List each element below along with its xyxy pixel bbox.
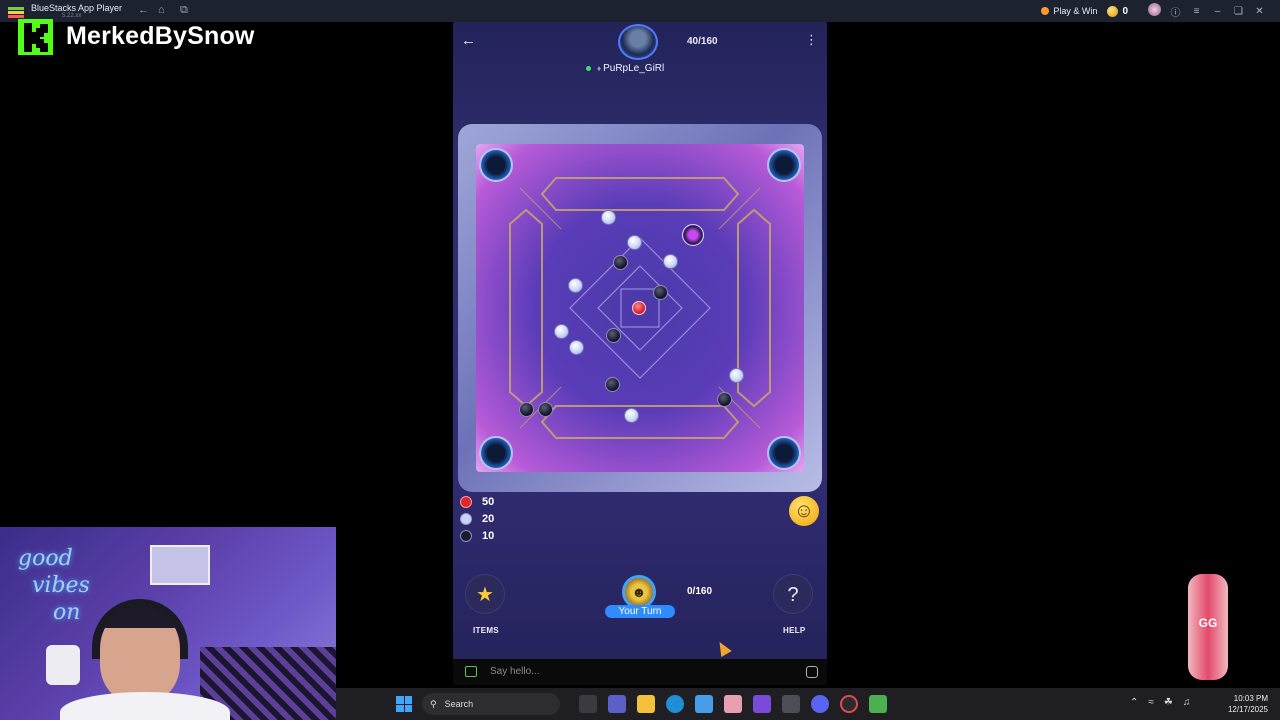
window-air-conditioner	[150, 545, 210, 585]
neon-sign: good vibes on	[18, 546, 90, 625]
recent-apps-icon[interactable]: ⧉	[180, 4, 188, 17]
question-mark-icon: ?	[787, 584, 799, 606]
player-avatar[interactable]: ☻	[622, 575, 656, 609]
black-coin	[605, 377, 620, 392]
app-icon[interactable]	[724, 695, 742, 713]
white-coin-icon	[460, 513, 472, 525]
pocket-bottom-right	[767, 436, 801, 470]
taskbar-search[interactable]: ⚲ Search	[422, 693, 560, 715]
menu-icon[interactable]: ≡	[1186, 6, 1207, 17]
wifi-icon[interactable]: ☘	[1164, 697, 1173, 708]
black-points-row: 10	[460, 530, 494, 542]
webcam-overlay: good vibes on	[0, 527, 336, 720]
app-title: BlueStacks App Player	[31, 3, 123, 13]
teams-icon[interactable]	[608, 695, 626, 713]
carrom-board[interactable]	[458, 124, 822, 492]
black-coin	[606, 328, 621, 343]
edge-icon[interactable]	[666, 695, 684, 713]
more-options-icon[interactable]: ⋮	[805, 32, 818, 48]
help-button[interactable]: ?	[773, 574, 813, 614]
chat-bar: Say hello...	[453, 659, 827, 685]
white-coin	[627, 235, 642, 250]
app-version: 5.22.xx	[62, 13, 82, 19]
back-nav-icon[interactable]: ←	[138, 4, 149, 16]
white-coin	[569, 340, 584, 355]
opponent-score: 40/160	[687, 36, 718, 47]
black-coin	[653, 285, 668, 300]
bluestacks-logo-icon	[8, 7, 24, 18]
queen-coin-icon	[460, 496, 472, 508]
help-icon[interactable]: ⓘ	[1165, 4, 1186, 19]
close-icon[interactable]: ✕	[1249, 6, 1270, 17]
your-turn-badge: Your Turn	[605, 605, 675, 618]
items-label: ITEMS	[473, 626, 499, 635]
pocket-top-left	[479, 148, 513, 182]
volume-icon[interactable]: ♫	[1183, 697, 1191, 708]
coin-icon	[1107, 5, 1119, 17]
bluestacks-icon[interactable]	[869, 695, 887, 713]
back-arrow-icon[interactable]: ←	[461, 32, 476, 49]
system-tray: ⌃ ≈ ☘ ♫	[1130, 697, 1190, 708]
restore-icon[interactable]: ❏	[1228, 6, 1249, 17]
chat-input[interactable]: Say hello...	[490, 666, 539, 677]
app-icon[interactable]	[782, 695, 800, 713]
white-coin	[601, 210, 616, 225]
white-coin	[624, 408, 639, 423]
black-coin-icon	[460, 530, 472, 542]
white-coin	[663, 254, 678, 269]
chrome-icon[interactable]	[840, 695, 858, 713]
black-coin	[519, 402, 534, 417]
black-coin	[613, 255, 628, 270]
taskbar-clock[interactable]: 10:03 PM 12/17/2025	[1208, 693, 1268, 715]
minimize-icon[interactable]: –	[1207, 6, 1228, 17]
queen-points-row: 50	[460, 496, 494, 508]
white-coin	[729, 368, 744, 383]
chat-icon[interactable]	[465, 666, 477, 677]
app-titlebar: BlueStacks App Player 5.22.xx ← ⌂ ⧉ Play…	[0, 0, 1280, 22]
white-coin	[568, 278, 583, 293]
search-icon: ⚲	[430, 698, 437, 709]
play-win-button[interactable]: Play & Win	[1041, 6, 1097, 16]
carrom-game-screen: ← ⋮ 40/160 ♦ PuRpLe_GiRl 50 20 10 ☺ ★ IT…	[453, 22, 827, 659]
gg-badge: GG	[1188, 574, 1228, 680]
online-status-icon	[586, 66, 591, 71]
kick-logo-icon	[18, 19, 53, 55]
black-coin	[717, 392, 732, 407]
task-view-icon[interactable]	[579, 695, 597, 713]
home-icon[interactable]: ⌂	[158, 4, 165, 16]
player-score: 0/160	[687, 586, 713, 597]
striker-puck[interactable]	[682, 224, 704, 246]
pocket-bottom-left	[479, 436, 513, 470]
items-button[interactable]: ★	[465, 574, 505, 614]
windows-start-icon[interactable]	[396, 696, 412, 712]
queen-coin	[632, 301, 646, 315]
opponent-name: ♦ PuRpLe_GiRl	[597, 63, 665, 74]
windows-taskbar: ⚲ Search ⌃ ≈ ☘ ♫ 10:03 PM 12/17/2025	[336, 688, 1280, 720]
play-win-icon	[1041, 7, 1050, 15]
opponent-avatar[interactable]	[618, 24, 658, 60]
white-coin	[554, 324, 569, 339]
microphone	[46, 645, 80, 685]
emoji-button[interactable]: ☺	[789, 496, 819, 526]
help-label: HELP	[783, 626, 806, 635]
white-points-row: 20	[460, 513, 494, 525]
network-icon[interactable]: ≈	[1148, 697, 1154, 708]
black-coin	[538, 402, 553, 417]
taskbar-apps	[579, 695, 887, 713]
star-icon: ★	[476, 584, 494, 606]
profile-avatar-icon[interactable]	[1144, 3, 1165, 19]
file-explorer-icon[interactable]	[637, 695, 655, 713]
chevron-up-icon[interactable]: ⌃	[1130, 697, 1138, 708]
headset	[92, 599, 188, 659]
sticker-icon[interactable]	[806, 666, 818, 678]
streamer-name: MerkedBySnow	[66, 22, 255, 50]
smiley-icon: ☺	[793, 500, 815, 522]
coin-balance[interactable]: 0	[1107, 5, 1128, 17]
discord-icon[interactable]	[811, 695, 829, 713]
copilot-icon[interactable]	[753, 695, 771, 713]
pocket-top-right	[767, 148, 801, 182]
store-icon[interactable]	[695, 695, 713, 713]
